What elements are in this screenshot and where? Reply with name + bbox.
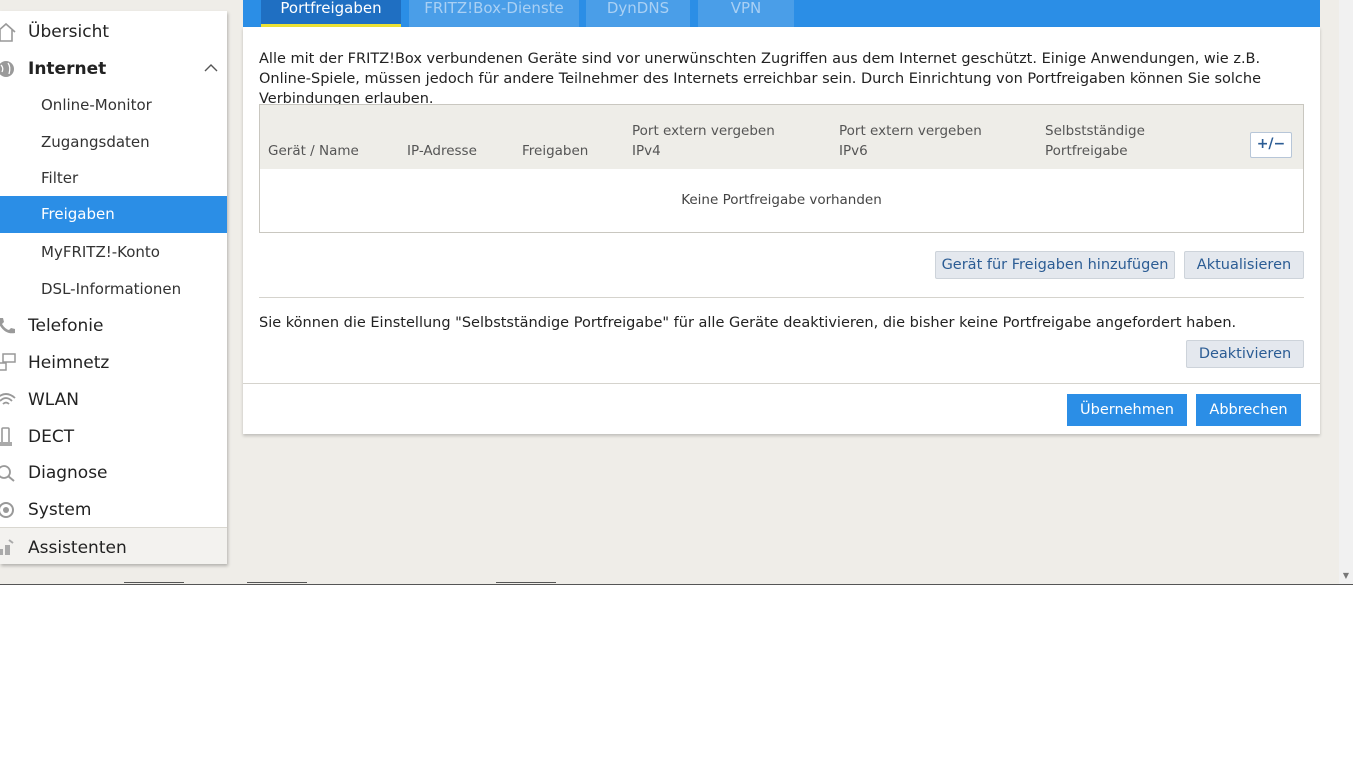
home-icon bbox=[0, 22, 16, 42]
sidebar-item-dsl-informationen[interactable]: DSL-Informationen bbox=[0, 271, 227, 308]
sidebar-item-zugangsdaten[interactable]: Zugangsdaten bbox=[0, 124, 227, 161]
column-header-line: IPv6 bbox=[839, 143, 868, 159]
sidebar-item-heimnetz[interactable]: Heimnetz bbox=[0, 344, 227, 381]
sidebar-item-system[interactable]: System bbox=[0, 491, 227, 528]
footer-divider bbox=[243, 383, 1320, 384]
column-header-line: IPv4 bbox=[632, 143, 661, 159]
column-header-port-ipv4: Port extern vergeben IPv4 bbox=[632, 121, 775, 161]
column-header-line: Portfreigabe bbox=[1045, 143, 1128, 159]
sidebar-item-label: Übersicht bbox=[28, 22, 110, 42]
tab-fritzbox-dienste[interactable]: FRITZ!Box-Dienste bbox=[409, 0, 579, 27]
taskbar-mark bbox=[247, 582, 307, 584]
intro-text: Alle mit der FRITZ!Box verbundenen Gerät… bbox=[259, 51, 1262, 107]
tab-portfreigaben[interactable]: Portfreigaben bbox=[261, 0, 401, 27]
phone-icon bbox=[0, 318, 15, 334]
sidebar-item-label: Filter bbox=[41, 169, 79, 187]
chevron-up-icon[interactable] bbox=[204, 63, 218, 73]
column-header-selbststaendig: Selbstständige Portfreigabe bbox=[1045, 121, 1145, 161]
column-header-freigaben: Freigaben bbox=[522, 143, 589, 159]
toggle-columns-button[interactable]: +/− bbox=[1250, 132, 1292, 158]
sidebar-item-label: Diagnose bbox=[28, 463, 108, 483]
column-header-line: Port extern vergeben bbox=[839, 123, 982, 139]
sidebar-item-dect[interactable]: DECT bbox=[0, 418, 227, 455]
network-icon bbox=[0, 353, 16, 371]
sidebar-nav: Übersicht Internet Online-Monitor Zugang… bbox=[0, 11, 227, 564]
taskbar-mark bbox=[496, 582, 556, 584]
sidebar-item-myfritz-konto[interactable]: MyFRITZ!-Konto bbox=[0, 234, 227, 271]
refresh-button[interactable]: Aktualisieren bbox=[1184, 251, 1304, 279]
sidebar-item-filter[interactable]: Filter bbox=[0, 160, 227, 197]
sidebar-item-label: System bbox=[28, 500, 92, 520]
sidebar-item-label: Heimnetz bbox=[28, 353, 110, 373]
sidebar-item-label: Assistenten bbox=[28, 538, 127, 558]
deactivate-button[interactable]: Deaktivieren bbox=[1186, 340, 1304, 368]
sidebar-item-label: Zugangsdaten bbox=[41, 133, 150, 151]
sidebar-item-telefonie[interactable]: Telefonie bbox=[0, 307, 227, 344]
column-header-line: Selbstständige bbox=[1045, 123, 1145, 139]
browser-viewport: Übersicht Internet Online-Monitor Zugang… bbox=[0, 0, 1353, 585]
sidebar-item-label: MyFRITZ!-Konto bbox=[41, 243, 160, 261]
sidebar-item-label: WLAN bbox=[28, 390, 80, 410]
globe-icon bbox=[0, 61, 14, 77]
sidebar-item-label: Telefonie bbox=[28, 316, 104, 336]
sidebar-item-label: Online-Monitor bbox=[41, 96, 152, 114]
wifi-icon bbox=[0, 393, 16, 405]
sidebar-item-freigaben[interactable]: Freigaben bbox=[0, 196, 227, 233]
sidebar-item-diagnose[interactable]: Diagnose bbox=[0, 454, 227, 491]
sidebar-item-label: DECT bbox=[28, 427, 75, 447]
diagnose-icon bbox=[0, 465, 15, 482]
cancel-button[interactable]: Abbrechen bbox=[1196, 394, 1301, 426]
taskbar-mark bbox=[124, 582, 184, 584]
tab-bar: Portfreigaben FRITZ!Box-Dienste DynDNS V… bbox=[243, 0, 1320, 27]
sidebar-item-label: DSL-Informationen bbox=[41, 280, 182, 298]
sidebar-item-uebersicht[interactable]: Übersicht bbox=[0, 13, 227, 50]
sidebar-item-assistenten[interactable]: Assistenten bbox=[0, 527, 227, 564]
add-device-button[interactable]: Gerät für Freigaben hinzufügen bbox=[935, 251, 1175, 279]
wizard-icon bbox=[0, 539, 14, 555]
system-icon bbox=[0, 502, 14, 518]
tab-vpn[interactable]: VPN bbox=[698, 0, 794, 27]
self-portfreigabe-note: Sie können die Einstellung "Selbstständi… bbox=[259, 315, 1237, 331]
portfreigaben-table: Gerät / Name IP-Adresse Freigaben Port e… bbox=[259, 104, 1304, 233]
scroll-down-arrow-icon[interactable]: ▼ bbox=[1341, 571, 1351, 581]
tab-dyndns[interactable]: DynDNS bbox=[586, 0, 690, 27]
column-header-port-ipv6: Port extern vergeben IPv6 bbox=[839, 121, 982, 161]
empty-table-message: Keine Portfreigabe vorhanden bbox=[681, 192, 882, 208]
vertical-scrollbar[interactable] bbox=[1339, 0, 1353, 584]
sidebar-item-label: Freigaben bbox=[41, 205, 115, 223]
table-header: Gerät / Name IP-Adresse Freigaben Port e… bbox=[260, 105, 1303, 169]
dect-phone-icon bbox=[0, 427, 12, 446]
apply-button[interactable]: Übernehmen bbox=[1067, 394, 1187, 426]
sidebar-item-wlan[interactable]: WLAN bbox=[0, 381, 227, 418]
sidebar-item-internet[interactable]: Internet bbox=[0, 50, 227, 87]
content-panel: Alle mit der FRITZ!Box verbundenen Gerät… bbox=[243, 27, 1320, 434]
sidebar-item-online-monitor[interactable]: Online-Monitor bbox=[0, 87, 227, 124]
column-header-name: Gerät / Name bbox=[268, 143, 359, 159]
section-divider bbox=[259, 297, 1304, 298]
column-header-line: Port extern vergeben bbox=[632, 123, 775, 139]
sidebar-item-label: Internet bbox=[28, 59, 107, 79]
column-header-ip: IP-Adresse bbox=[407, 143, 477, 159]
